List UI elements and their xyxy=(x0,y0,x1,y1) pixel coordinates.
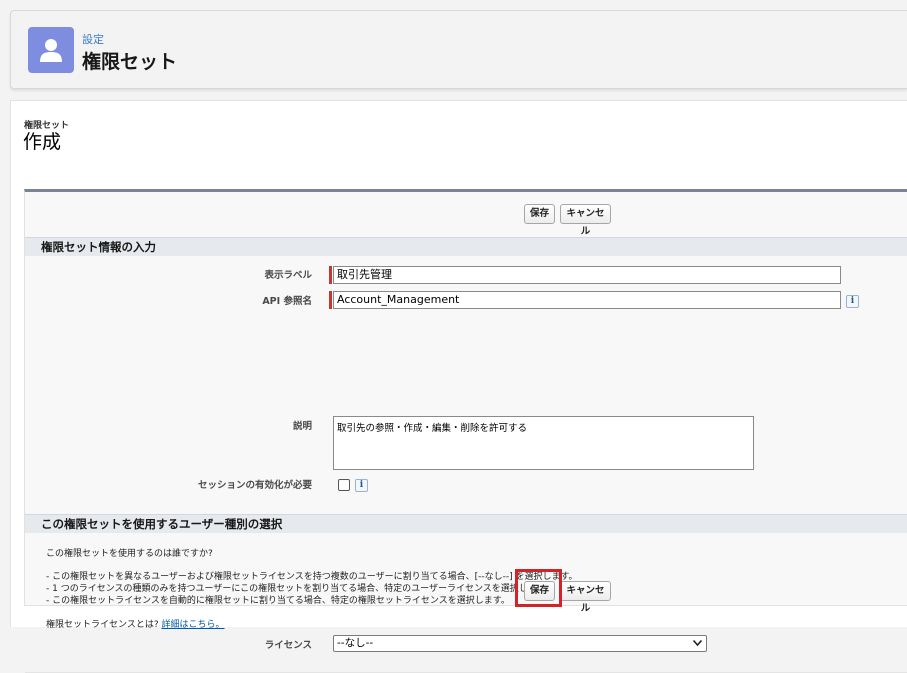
save-button-top[interactable]: 保存 xyxy=(524,204,555,224)
api-name-input[interactable]: Account_Management xyxy=(333,291,841,309)
bullet-text: - この権限セットライセンスを自動的に権限セットに割り当てる場合、特定の権限セッ… xyxy=(46,596,510,606)
license-field-label: ライセンス xyxy=(264,640,312,651)
main-content: 権限セット 作成 保存 キャンセル 権限セット情報の入力 表示ラベル 取引先管理… xyxy=(10,100,907,673)
user-icon xyxy=(28,27,74,73)
info-icon[interactable]: i xyxy=(355,479,368,492)
session-required-checkbox[interactable] xyxy=(338,479,350,491)
session-field-label: セッションの有効化が必要 xyxy=(197,480,312,491)
license-question-text: この権限セットを使用するのは誰ですか? xyxy=(46,549,213,559)
license-select[interactable]: --なし-- xyxy=(333,635,707,652)
required-indicator xyxy=(329,266,332,284)
header-eyebrow: 設定 xyxy=(82,33,104,46)
save-button-highlight xyxy=(515,569,562,607)
description-field-label: 説明 xyxy=(292,421,312,432)
description-textarea[interactable]: 取引先の参照・作成・編集・削除を許可する xyxy=(333,416,754,470)
license-select-value: --なし-- xyxy=(337,637,374,649)
cancel-button-top[interactable]: キャンセル xyxy=(560,204,611,237)
header-title: 権限セット xyxy=(82,51,178,73)
label-field-label: 表示ラベル xyxy=(264,270,312,281)
license-help-question: 権限セットライセンスとは? xyxy=(46,620,159,630)
learn-more-link[interactable]: 詳細はこちら。 xyxy=(161,620,224,630)
info-icon[interactable]: i xyxy=(846,295,859,308)
page-header: 設定 権限セット xyxy=(10,10,907,89)
license-help-line: 権限セットライセンスとは? 詳細はこちら。 xyxy=(46,617,225,630)
cancel-button-bottom[interactable]: キャンセル xyxy=(560,581,611,614)
section-header-license: この権限セットを使用するユーザー種別の選択 xyxy=(25,514,907,533)
page-title: 作成 xyxy=(23,131,62,153)
edit-panel: 保存 キャンセル 権限セット情報の入力 表示ラベル 取引先管理 API 参照名 … xyxy=(24,189,907,673)
required-indicator xyxy=(329,291,332,309)
label-input[interactable]: 取引先管理 xyxy=(333,266,841,284)
chevron-down-icon xyxy=(693,640,702,646)
section-header-info: 権限セット情報の入力 xyxy=(25,237,907,256)
api-name-field-label: API 参照名 xyxy=(262,296,312,307)
